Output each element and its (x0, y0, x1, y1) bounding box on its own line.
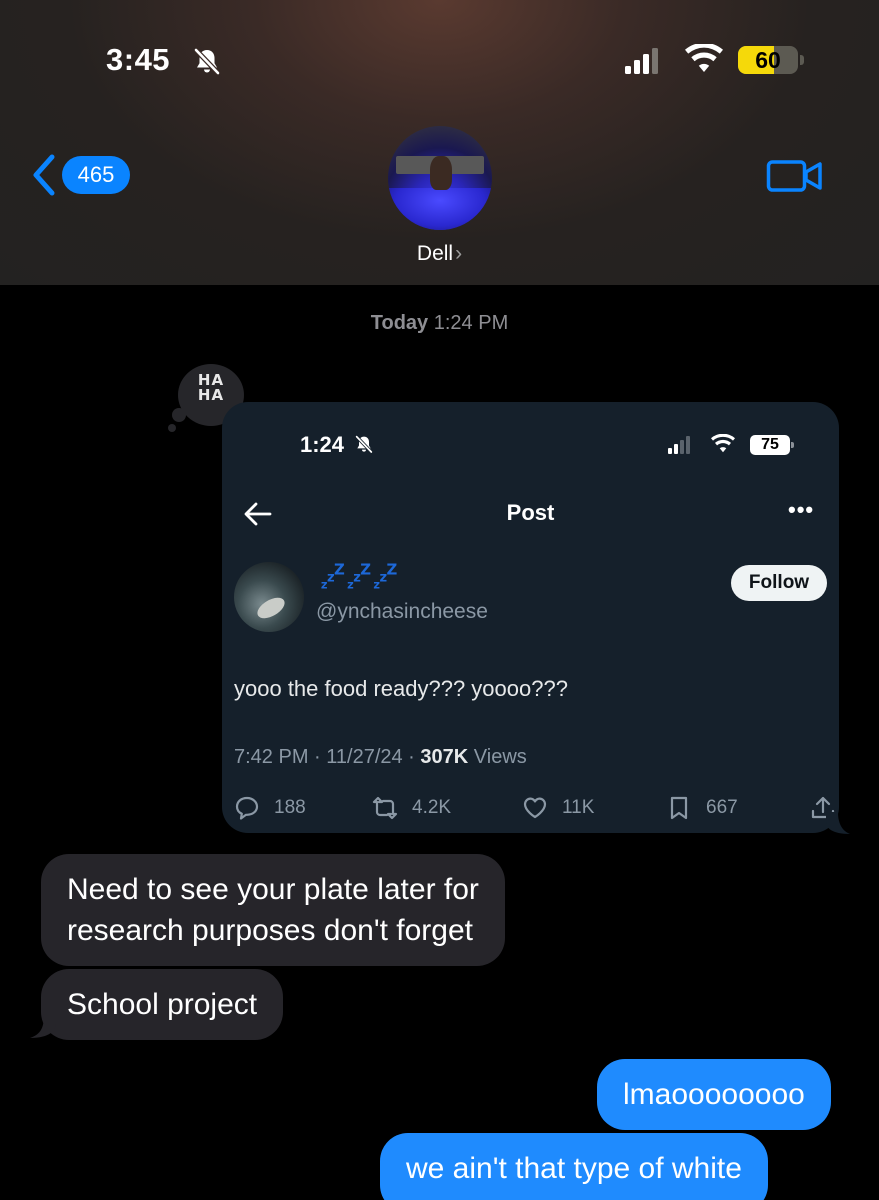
timestamp-time: 1:24 PM (433, 312, 509, 334)
reply-count: 188 (274, 797, 306, 818)
message-timestamp: Today 1:24 PM (0, 312, 879, 335)
back-chevron-icon (33, 154, 55, 196)
bubble-tail (826, 812, 850, 834)
contact-avatar[interactable] (388, 126, 492, 230)
screenshot-battery-percent: 75 (761, 436, 779, 453)
tweet-author-handle: @ynchasincheese (316, 600, 488, 623)
back-button[interactable]: 465 (30, 150, 130, 200)
outgoing-message-bubble[interactable]: lmaoooooooo (597, 1059, 831, 1130)
message-text-line-1: Need to see your plate later for (67, 873, 479, 906)
like-count: 11K (562, 797, 595, 818)
wifi-icon (711, 434, 735, 453)
battery-percent: 60 (755, 47, 781, 73)
incoming-message-bubble[interactable]: School project (41, 969, 284, 1040)
svg-text:Z: Z (387, 562, 398, 578)
signal-icon (625, 48, 659, 74)
reply-icon (235, 796, 259, 820)
bookmark-count: 667 (706, 797, 738, 818)
status-time: 3:45 (106, 42, 171, 77)
repost-action: 4.2K (372, 792, 451, 824)
reply-action: 188 (234, 792, 306, 824)
message-text: we ain't that type of white (406, 1152, 742, 1185)
bubble-tail (30, 1014, 56, 1038)
tweet-views-label: Views (468, 746, 527, 768)
repost-icon (372, 796, 398, 820)
wifi-icon (685, 44, 723, 72)
svg-text:Z: Z (360, 562, 371, 578)
battery-icon: 60 (738, 46, 804, 74)
unread-count-badge: 465 (62, 156, 130, 194)
shared-screenshot-image[interactable]: 1:24 75 Post ••• z z Z z z Z z z Z @ynch… (222, 402, 839, 833)
bell-slash-icon (355, 435, 373, 454)
tapback-line-2: HA (197, 386, 225, 404)
bell-slash-icon (194, 48, 220, 75)
tweet-author-display-name: z z Z z z Z z z Z (321, 562, 398, 590)
timestamp-day: Today (370, 312, 429, 334)
screenshot-page-title: Post (506, 500, 555, 525)
message-text: lmaoooooooo (623, 1078, 805, 1111)
outgoing-message-bubble[interactable]: we ain't that type of white (380, 1133, 768, 1200)
tweet-date: 7:42 PM · 11/27/24 · (234, 746, 421, 768)
more-options-icon: ••• (788, 497, 815, 522)
video-camera-icon[interactable] (766, 158, 824, 194)
follow-button: Follow (731, 565, 827, 601)
tweet-text: yooo the food ready??? yoooo??? (234, 676, 568, 701)
incoming-message-bubble[interactable]: Need to see your plate later for researc… (41, 854, 505, 966)
repost-count: 4.2K (412, 797, 452, 818)
tweet-action-bar: 188 4.2K 11K 667 (222, 792, 839, 824)
svg-text:Z: Z (334, 562, 345, 578)
status-bar: 3:45 60 (0, 0, 879, 120)
contact-name: Dell (416, 242, 454, 265)
tweet-views-count: 307K (420, 746, 469, 768)
conversation-header: 3:45 60 465 Dell› (0, 0, 879, 285)
screenshot-status-time: 1:24 (300, 432, 345, 457)
tweet-author-avatar (234, 562, 304, 632)
like-action: 11K (522, 792, 594, 824)
battery-icon: 75 (750, 435, 794, 455)
bookmark-action: 667 (666, 792, 738, 824)
chevron-right-icon: › (455, 242, 463, 265)
signal-bar (625, 66, 631, 74)
signal-bar (634, 60, 640, 74)
signal-bar (643, 54, 649, 74)
bookmark-icon (670, 796, 688, 820)
contact-name-button[interactable]: Dell› (0, 242, 879, 266)
message-text: School project (67, 988, 258, 1021)
message-text-line-2: research purposes don't forget (67, 914, 473, 947)
tweet-meta: 7:42 PM · 11/27/24 · 307K Views (234, 746, 527, 769)
signal-bar (652, 48, 658, 74)
signal-icon (668, 436, 690, 454)
heart-icon (523, 797, 547, 819)
